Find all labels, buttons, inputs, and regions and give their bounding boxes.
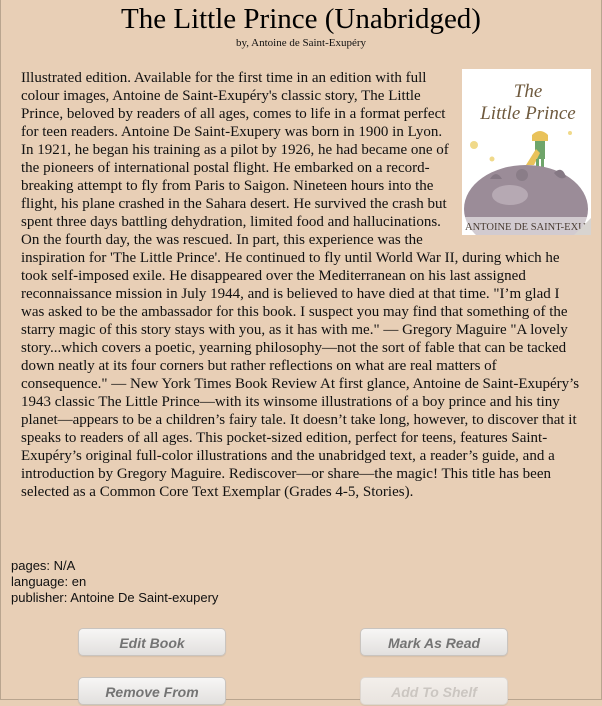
pages-info: pages: N/A bbox=[11, 558, 76, 573]
language-info: language: en bbox=[11, 574, 87, 589]
publisher-info: publisher: Antoine De Saint-exupery bbox=[11, 590, 219, 605]
cover-float-spacer bbox=[453, 69, 586, 236]
book-author-byline: by, Antoine de Saint-Exupéry bbox=[235, 37, 367, 49]
mark-as-read-button[interactable]: Mark As Read bbox=[360, 628, 508, 656]
book-title: The Little Prince (Unabridged) bbox=[121, 3, 481, 35]
book-description-block: Illustrated edition. Available for the f… bbox=[21, 69, 586, 501]
book-metadata: pages: N/A language: en publisher: Antoi… bbox=[11, 558, 218, 606]
edit-book-button[interactable]: Edit Book bbox=[78, 628, 226, 656]
